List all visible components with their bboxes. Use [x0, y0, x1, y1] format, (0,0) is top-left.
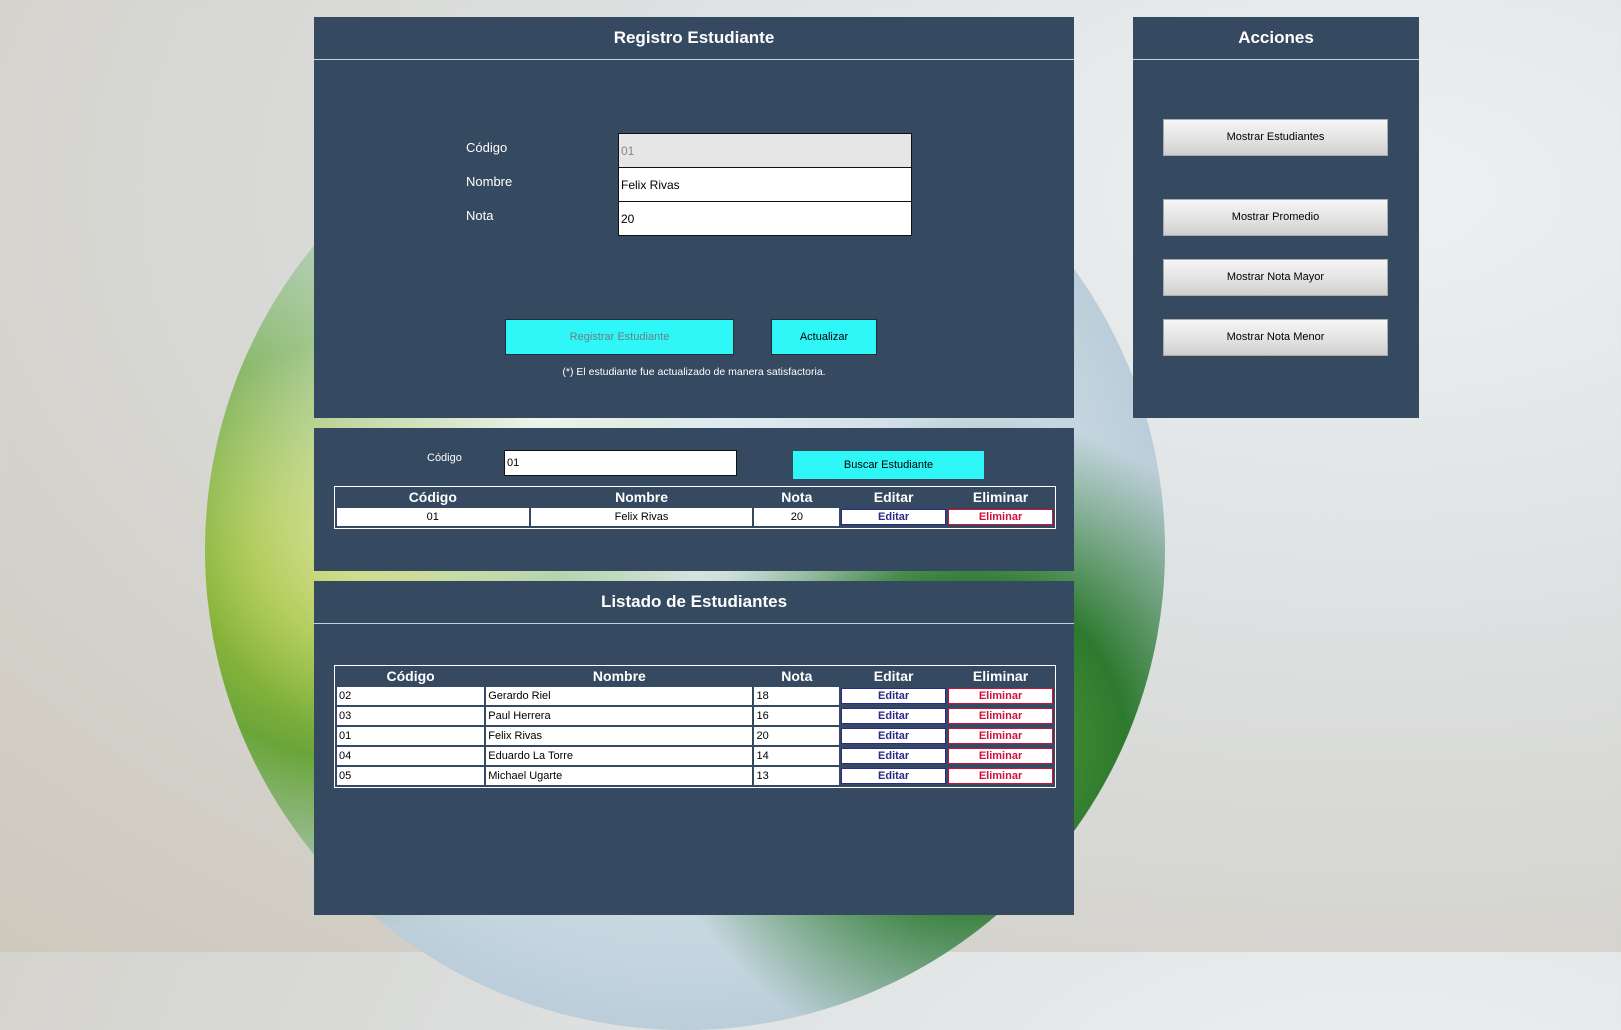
status-message: (*) El estudiante fue actualizado de man… — [562, 366, 826, 378]
cell-codigo: 01 — [337, 508, 529, 526]
eliminar-link[interactable]: Eliminar — [948, 728, 1053, 744]
eliminar-link[interactable]: Eliminar — [948, 748, 1053, 764]
cell-nota: 20 — [754, 727, 840, 745]
cell-nombre: Felix Rivas — [486, 727, 753, 745]
cell-nombre: Paul Herrera — [486, 707, 753, 725]
header-nombre: Nombre — [615, 489, 668, 505]
mostrar-promedio-button[interactable]: Mostrar Promedio — [1163, 199, 1388, 236]
header-nota: Nota — [781, 489, 813, 505]
editar-link[interactable]: Editar — [841, 708, 947, 724]
cell-codigo: 03 — [337, 707, 485, 725]
buscar-codigo-input[interactable] — [504, 450, 737, 476]
buscar-results-table: Código Nombre Nota Editar Eliminar 01 Fe… — [334, 486, 1056, 529]
header-editar: Editar — [873, 489, 914, 505]
cell-codigo: 05 — [337, 767, 485, 785]
codigo-input[interactable] — [618, 133, 912, 168]
mostrar-nota-menor-button[interactable]: Mostrar Nota Menor — [1163, 319, 1388, 356]
editar-link[interactable]: Editar — [841, 768, 947, 784]
listado-table: Código Nombre Nota Editar Eliminar 02 Ge… — [334, 665, 1056, 788]
header-editar: Editar — [873, 668, 914, 684]
cell-nota: 20 — [754, 508, 840, 526]
header-codigo: Código — [408, 489, 457, 505]
table-row: 02 Gerardo Riel 18 Editar Eliminar — [337, 687, 1053, 705]
table-row: 01 Felix Rivas 20 Editar Eliminar — [337, 508, 1053, 526]
acciones-title: Acciones — [1133, 17, 1419, 60]
table-header-row: Código Nombre Nota Editar Eliminar — [337, 489, 1053, 506]
mostrar-nota-mayor-button[interactable]: Mostrar Nota Mayor — [1163, 259, 1388, 296]
actualizar-button[interactable]: Actualizar — [771, 319, 877, 355]
buscar-estudiante-button[interactable]: Buscar Estudiante — [793, 451, 984, 479]
editar-link[interactable]: Editar — [841, 688, 947, 704]
header-nombre: Nombre — [592, 668, 646, 684]
buscar-codigo-label: Código — [427, 452, 462, 464]
cell-codigo: 04 — [337, 747, 485, 765]
cell-nota: 18 — [754, 687, 840, 705]
nota-label: Nota — [466, 208, 494, 223]
eliminar-link[interactable]: Eliminar — [948, 708, 1053, 724]
eliminar-link[interactable]: Eliminar — [948, 688, 1053, 704]
header-eliminar: Eliminar — [972, 668, 1029, 684]
cell-nota: 16 — [754, 707, 840, 725]
editar-link[interactable]: Editar — [841, 748, 947, 764]
table-row: 01 Felix Rivas 20 Editar Eliminar — [337, 727, 1053, 745]
nota-input[interactable] — [618, 201, 912, 236]
cell-nombre: Eduardo La Torre — [486, 747, 753, 765]
cell-nombre: Gerardo Riel — [486, 687, 753, 705]
listado-title: Listado de Estudiantes — [314, 581, 1074, 624]
table-row: 05 Michael Ugarte 13 Editar Eliminar — [337, 767, 1053, 785]
editar-link[interactable]: Editar — [841, 509, 947, 525]
cell-nombre: Felix Rivas — [530, 508, 753, 526]
cell-codigo: 01 — [337, 727, 485, 745]
nombre-input[interactable] — [618, 167, 912, 202]
header-eliminar: Eliminar — [972, 489, 1029, 505]
cell-nombre: Michael Ugarte — [486, 767, 753, 785]
registrar-estudiante-button[interactable]: Registrar Estudiante — [505, 319, 734, 355]
nombre-label: Nombre — [466, 174, 513, 189]
table-row: 04 Eduardo La Torre 14 Editar Eliminar — [337, 747, 1053, 765]
table-header-row: Código Nombre Nota Editar Eliminar — [337, 668, 1053, 685]
registro-title: Registro Estudiante — [314, 17, 1074, 60]
header-codigo: Código — [386, 668, 435, 684]
cell-codigo: 02 — [337, 687, 485, 705]
eliminar-link[interactable]: Eliminar — [948, 768, 1053, 784]
cell-nota: 13 — [754, 767, 840, 785]
table-row: 03 Paul Herrera 16 Editar Eliminar — [337, 707, 1053, 725]
eliminar-link[interactable]: Eliminar — [948, 509, 1053, 525]
codigo-label: Código — [466, 140, 508, 155]
header-nota: Nota — [781, 668, 813, 684]
cell-nota: 14 — [754, 747, 840, 765]
mostrar-estudiantes-button[interactable]: Mostrar Estudiantes — [1163, 119, 1388, 156]
editar-link[interactable]: Editar — [841, 728, 947, 744]
